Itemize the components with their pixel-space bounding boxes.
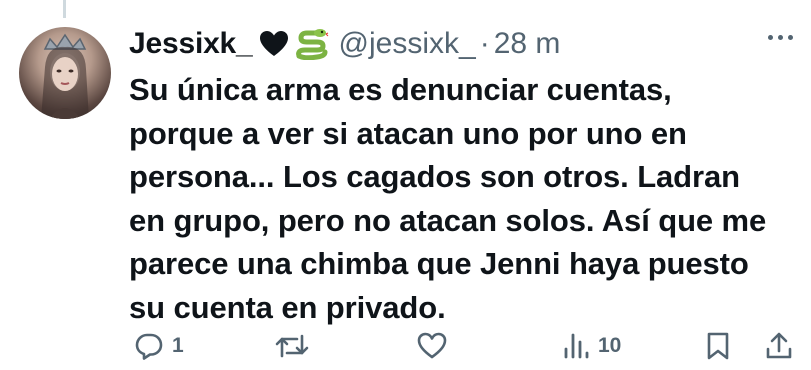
display-name[interactable]: Jessixk_ [129,27,253,61]
tweet-header: Jessixk_ @jessixk_ · 28 m [129,22,560,66]
share-button[interactable] [764,326,794,366]
thread-connector-line [63,0,66,18]
share-icon [764,331,794,361]
bookmark-button[interactable] [704,326,732,366]
bookmark-icon [704,331,732,361]
black-heart-icon [259,30,289,58]
like-icon [416,331,448,361]
avatar[interactable] [19,27,111,119]
reply-count: 1 [172,334,184,357]
views-icon [562,331,590,361]
reply-button[interactable]: 1 [134,326,184,366]
tweet-text: Su única arma es denunciar cuentas, porq… [129,72,767,325]
snake-icon [295,28,329,60]
more-icon[interactable] [768,35,793,40]
views-button[interactable]: 10 [562,326,621,366]
separator-dot: · [479,27,490,60]
repost-button[interactable] [275,326,317,366]
views-count: 10 [598,334,622,357]
avatar-image [41,33,89,119]
repost-icon [275,331,309,361]
timestamp[interactable]: 28 m [494,27,561,61]
like-button[interactable] [416,326,456,366]
user-handle[interactable]: @jessixk_ [339,27,476,61]
reply-icon [134,331,164,361]
action-bar: 1 10 [130,326,800,366]
